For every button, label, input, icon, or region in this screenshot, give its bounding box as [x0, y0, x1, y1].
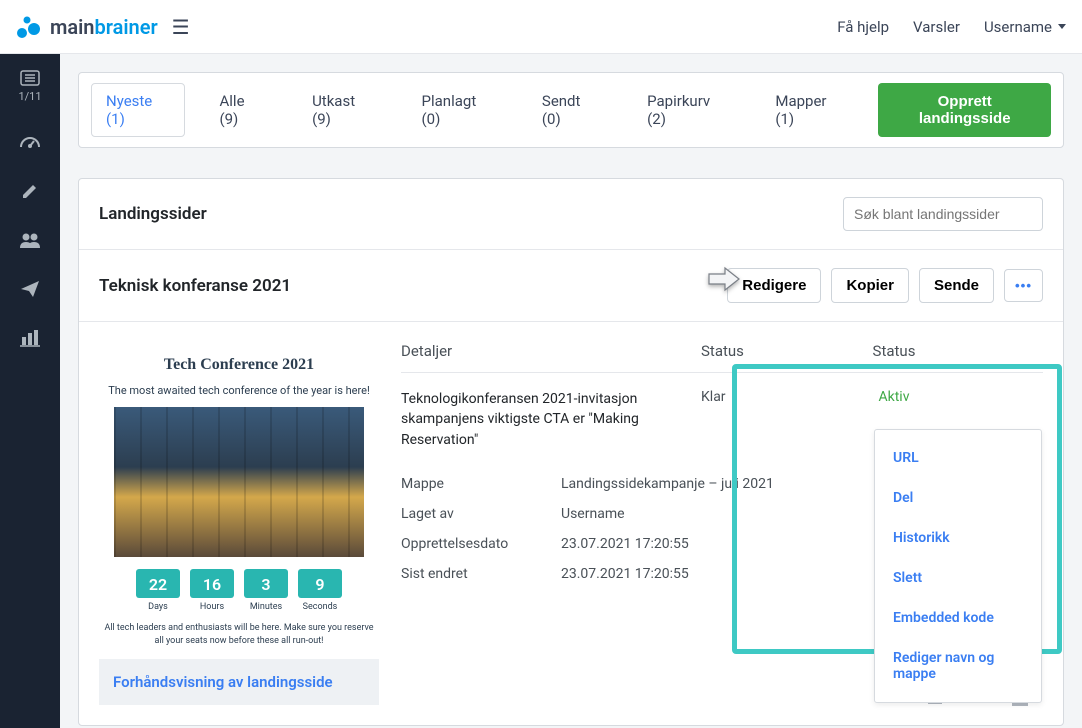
countdown-days: 22Days [136, 569, 180, 612]
top-header: mainbrainer ☰ Få hjelp Varsler Username [0, 0, 1082, 54]
send-button[interactable]: Sende [919, 268, 994, 303]
username-label: Username [984, 18, 1052, 36]
tab-sent[interactable]: Sendt (0) [528, 84, 613, 136]
user-menu[interactable]: Username [984, 18, 1066, 36]
sidebar-users[interactable] [18, 231, 42, 249]
tab-all[interactable]: Alle (9) [205, 84, 278, 136]
col-details-header: Detaljer [401, 342, 701, 360]
sidebar-dashboard[interactable] [19, 133, 41, 151]
preview-thumbnail: Tech Conference 2021 The most awaited te… [99, 356, 379, 647]
arrow-right-icon [707, 266, 741, 292]
tabs-bar: Nyeste (1) Alle (9) Utkast (9) Planlagt … [78, 72, 1064, 148]
chevron-down-icon [1058, 24, 1066, 29]
dropdown-delete[interactable]: Slett [875, 558, 1041, 598]
help-link[interactable]: Få hjelp [837, 18, 889, 36]
countdown-seconds: 9Seconds [298, 569, 342, 612]
top-right-nav: Få hjelp Varsler Username [837, 18, 1066, 36]
row-header: Teknisk konferanse 2021 Redigere Kopier … [79, 250, 1063, 322]
dropdown-embed[interactable]: Embedded kode [875, 598, 1041, 638]
preview-column: Tech Conference 2021 The most awaited te… [99, 342, 379, 705]
search-input[interactable] [843, 197, 1043, 231]
tab-folders[interactable]: Mapper (1) [761, 84, 858, 136]
step-number: 1/11 [18, 90, 41, 103]
status-ready: Klar [701, 389, 809, 450]
left-sidebar: 1/11 [0, 54, 60, 728]
tab-newest[interactable]: Nyeste (1) [91, 83, 185, 137]
tab-scheduled[interactable]: Planlagt (0) [408, 84, 508, 136]
more-actions-button[interactable]: ••• [1004, 269, 1043, 302]
logo-dots-icon [16, 15, 44, 39]
sidebar-step-indicator[interactable]: 1/11 [18, 70, 41, 103]
create-landing-page-button[interactable]: Opprett landingsside [878, 83, 1051, 137]
bar-chart-icon [20, 329, 40, 347]
preview-link[interactable]: Forhåndsvisning av landingsside [113, 673, 333, 691]
col-status2-header: Status [809, 342, 979, 360]
preview-subtitle: The most awaited tech conference of the … [99, 384, 379, 397]
countdown-row: 22Days 16Hours 3Minutes 9Seconds [99, 569, 379, 612]
countdown-minutes: 3Minutes [244, 569, 288, 612]
info-header-row: Detaljer Status Status [401, 342, 1043, 373]
landing-page-title: Teknisk konferanse 2021 [99, 276, 291, 296]
preview-small-text: All tech leaders and enthusiasts will be… [99, 622, 379, 647]
col-status1-header: Status [701, 342, 809, 360]
preview-hero-image [114, 407, 364, 557]
card-title: Landingssider [99, 204, 207, 224]
dropdown-share[interactable]: Del [875, 478, 1041, 518]
logo[interactable]: mainbrainer [16, 15, 158, 39]
tab-drafts[interactable]: Utkast (9) [298, 84, 387, 136]
description-text: Teknologikonferansen 2021-invitasjon ska… [401, 389, 701, 450]
edit-button[interactable]: Redigere [727, 268, 821, 303]
tab-trash[interactable]: Papirkurv (2) [633, 84, 741, 136]
sidebar-edit[interactable] [20, 181, 40, 201]
paper-plane-icon [19, 279, 41, 299]
sidebar-analytics[interactable] [20, 329, 40, 347]
hamburger-icon[interactable]: ☰ [172, 15, 190, 39]
logo-text: mainbrainer [50, 15, 158, 39]
alerts-link[interactable]: Varsler [913, 18, 960, 36]
sidebar-send[interactable] [19, 279, 41, 299]
card-header: Landingssider [79, 179, 1063, 250]
main-area: Nyeste (1) Alle (9) Utkast (9) Planlagt … [60, 54, 1082, 728]
dropdown-url[interactable]: URL [875, 438, 1041, 478]
preview-title: Tech Conference 2021 [99, 356, 379, 374]
pencil-icon [20, 181, 40, 201]
dropdown-history[interactable]: Historikk [875, 518, 1041, 558]
gauge-icon [19, 133, 41, 151]
countdown-hours: 16Hours [190, 569, 234, 612]
copy-button[interactable]: Kopier [831, 268, 909, 303]
users-icon [18, 231, 42, 249]
list-icon [20, 70, 40, 86]
dropdown-rename[interactable]: Rediger navn og mappe [875, 638, 1041, 694]
more-actions-dropdown: URL Del Historikk Slett Embedded kode Re… [874, 429, 1042, 703]
row-actions: Redigere Kopier Sende ••• [727, 268, 1043, 303]
preview-link-bar: Forhåndsvisning av landingsside [99, 659, 379, 705]
